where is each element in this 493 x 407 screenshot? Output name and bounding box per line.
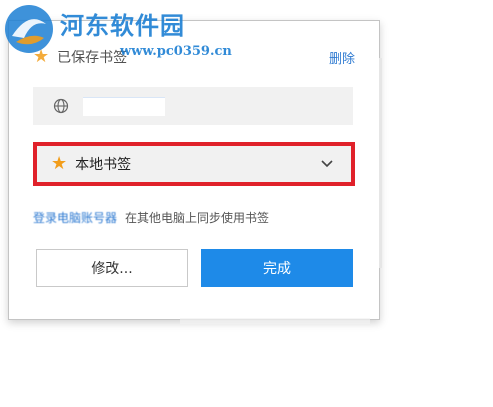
done-button[interactable]: 完成: [201, 249, 353, 287]
dialog-title: ★ 已保存书签: [33, 47, 127, 67]
login-sync-link[interactable]: 登录电脑账号器: [33, 209, 117, 226]
edit-button[interactable]: 修改...: [36, 249, 188, 287]
dialog-title-text: 已保存书签: [57, 50, 128, 66]
globe-icon: [53, 98, 69, 114]
background-window-edge: [180, 318, 370, 324]
folder-select-value: ★ 本地书签: [51, 154, 131, 174]
dialog-header: ★ 已保存书签 删除: [33, 45, 355, 69]
screenshot-stage: ★ 已保存书签 删除 ★ 本地书签 登录电脑账号器 在其他电脑上同步使用书签 修…: [0, 0, 493, 407]
sync-description: 在其他电脑上同步使用书签: [125, 210, 270, 225]
sync-row: 登录电脑账号器 在其他电脑上同步使用书签: [33, 207, 355, 227]
bookmark-url-input[interactable]: [83, 96, 165, 116]
star-icon: ★: [51, 153, 68, 174]
url-field: [33, 87, 353, 125]
chevron-down-icon: [321, 160, 333, 168]
bookmark-dialog: ★ 已保存书签 删除 ★ 本地书签 登录电脑账号器 在其他电脑上同步使用书签 修…: [8, 20, 380, 320]
background-window-edge: [379, 58, 382, 268]
folder-label: 本地书签: [75, 157, 132, 173]
star-icon: ★: [33, 46, 50, 67]
bookmark-folder-select[interactable]: ★ 本地书签: [33, 142, 355, 186]
delete-bookmark-link[interactable]: 删除: [329, 48, 355, 67]
